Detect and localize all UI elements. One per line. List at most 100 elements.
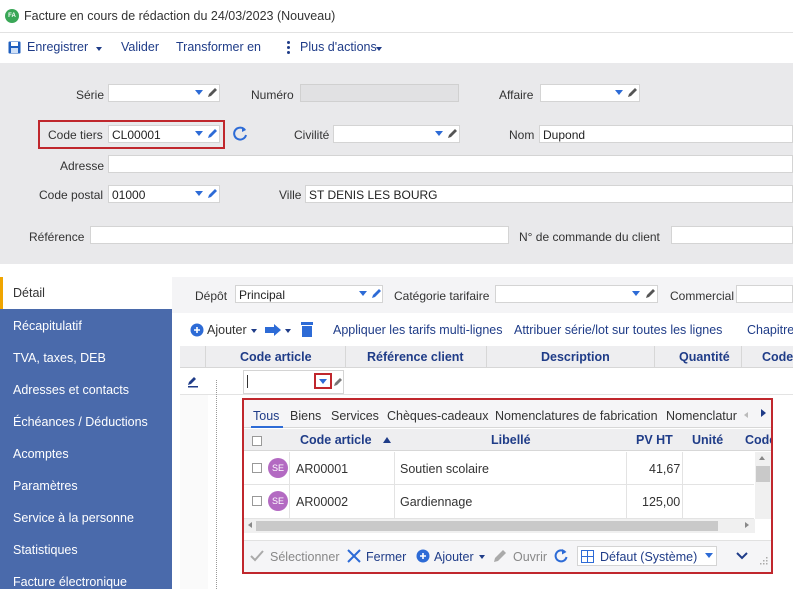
sidebar-item-parametres[interactable]: Paramètres (0, 470, 172, 502)
grid-divider (345, 346, 346, 368)
col-popup-code-article[interactable]: Code article (300, 433, 372, 447)
transform-button[interactable]: Transformer en (176, 40, 261, 54)
tabs-scroll-left-icon[interactable] (744, 412, 748, 418)
col-code-article[interactable]: Code article (240, 350, 312, 364)
select-all-checkbox[interactable] (252, 436, 262, 446)
add-dropdown-icon[interactable] (479, 555, 485, 559)
resize-grip-icon[interactable] (759, 556, 768, 565)
reference-field[interactable] (90, 226, 509, 244)
sidebar-item-tva[interactable]: TVA, taxes, DEB (0, 342, 172, 374)
row-pvht: 125,00 (642, 495, 681, 509)
open-button[interactable]: Ouvrir (513, 550, 547, 564)
col-reference-client[interactable]: Référence client (367, 350, 464, 364)
code-article-dropdown-icon[interactable] (319, 379, 327, 384)
tab-biens[interactable]: Biens (290, 409, 321, 423)
add-dropdown-icon[interactable] (251, 329, 257, 333)
refresh-icon[interactable] (553, 548, 569, 564)
insert-dropdown-icon[interactable] (285, 329, 291, 333)
validate-button[interactable]: Valider (121, 40, 159, 54)
sidebar-item-service[interactable]: Service à la personne (0, 502, 172, 534)
refresh-icon[interactable] (231, 125, 249, 143)
ville-field[interactable]: ST DENIS LES BOURG (305, 185, 793, 203)
tab-tous[interactable]: Tous (253, 409, 279, 423)
code-tiers-edit-icon[interactable] (207, 128, 218, 139)
depot-edit-icon[interactable] (371, 288, 382, 299)
col-code[interactable]: Code (762, 350, 793, 364)
attribuer-lot-button[interactable]: Attribuer série/lot sur toutes les ligne… (514, 323, 722, 337)
sort-ascending-icon[interactable] (383, 437, 391, 443)
insert-arrow-icon[interactable] (264, 323, 282, 337)
col-popup-code[interactable]: Code (745, 433, 771, 447)
save-dropdown-icon[interactable] (96, 47, 102, 51)
col-description[interactable]: Description (541, 350, 610, 364)
row-code: AR00002 (296, 495, 349, 509)
code-postal-field[interactable]: 01000 (108, 185, 220, 203)
add-article-button[interactable]: Ajouter (434, 550, 474, 564)
row-checkbox[interactable] (252, 463, 262, 473)
apply-tarifs-button[interactable]: Appliquer les tarifs multi-lignes (333, 323, 503, 337)
sidebar-item-facture-electronique[interactable]: Facture électronique (0, 566, 172, 598)
civilite-dropdown-icon[interactable] (435, 131, 443, 136)
tab-nomenclatures[interactable]: Nomenclatur (666, 409, 739, 423)
tab-services[interactable]: Services (331, 409, 379, 423)
row-checkbox[interactable] (252, 496, 262, 506)
civilite-label: Civilité (294, 128, 330, 142)
row-gutter (180, 395, 208, 589)
sidebar-item-echeances[interactable]: Échéances / Déductions (0, 406, 172, 438)
sidebar: Détail Récapitulatif TVA, taxes, DEB Adr… (0, 277, 172, 589)
civilite-edit-icon[interactable] (447, 128, 458, 139)
code-tiers-dropdown-icon[interactable] (195, 131, 203, 136)
scroll-left-icon[interactable] (248, 522, 252, 528)
serie-dropdown-icon[interactable] (195, 90, 203, 95)
select-button[interactable]: Sélectionner (270, 550, 340, 564)
col-quantite[interactable]: Quantité (679, 350, 730, 364)
code-postal-edit-icon[interactable] (207, 188, 218, 199)
tabs-scroll-right-icon[interactable] (761, 409, 766, 417)
code-tiers-field[interactable]: CL00001 (108, 125, 220, 143)
tab-cheques-cadeaux[interactable]: Chèques-cadeaux (387, 409, 488, 423)
scroll-up-icon[interactable] (759, 456, 765, 460)
col-divider (289, 452, 290, 519)
commercial-field[interactable] (736, 285, 793, 303)
sidebar-item-adresses[interactable]: Adresses et contacts (0, 374, 172, 406)
more-icon (287, 41, 290, 55)
save-button[interactable]: Enregistrer (27, 40, 88, 54)
nom-field[interactable]: Dupond (539, 125, 793, 143)
open-pencil-icon (494, 550, 506, 562)
close-button[interactable]: Fermer (366, 550, 406, 564)
affaire-edit-icon[interactable] (627, 87, 638, 98)
code-postal-dropdown-icon[interactable] (195, 191, 203, 196)
col-popup-pvht[interactable]: PV HT (636, 433, 673, 447)
affaire-dropdown-icon[interactable] (615, 90, 623, 95)
sidebar-item-acomptes[interactable]: Acomptes (0, 438, 172, 470)
affaire-field[interactable] (540, 84, 640, 102)
scroll-thumb[interactable] (756, 466, 770, 482)
adresse-label: Adresse (60, 159, 105, 173)
col-popup-unite[interactable]: Unité (692, 433, 723, 447)
delete-icon[interactable] (300, 321, 314, 338)
adresse-field[interactable] (108, 155, 793, 173)
view-select-value: Défaut (Système) (600, 550, 698, 564)
horizontal-scroll-thumb[interactable] (256, 521, 718, 531)
col-popup-libelle[interactable]: Libellé (491, 433, 531, 447)
vertical-scrollbar[interactable] (755, 452, 771, 519)
commande-field[interactable] (671, 226, 793, 244)
depot-dropdown-icon[interactable] (359, 291, 367, 296)
code-article-edit-icon[interactable] (333, 377, 343, 387)
categorie-dropdown-icon[interactable] (632, 291, 640, 296)
serie-field[interactable] (108, 84, 220, 102)
sidebar-item-recapitulatif[interactable]: Récapitulatif (0, 310, 172, 342)
chapitre-button[interactable]: Chapitre (747, 323, 793, 337)
add-line-button[interactable]: Ajouter (207, 323, 247, 337)
grid-divider (654, 346, 655, 368)
sidebar-item-statistiques[interactable]: Statistiques (0, 534, 172, 566)
chevron-down-icon[interactable] (736, 552, 748, 560)
tab-nomenclatures-fabrication[interactable]: Nomenclatures de fabrication (495, 409, 658, 423)
more-actions-button[interactable]: Plus d'actions (300, 40, 377, 54)
view-dropdown-icon[interactable] (705, 553, 713, 558)
serie-edit-icon[interactable] (207, 87, 218, 98)
scroll-right-icon[interactable] (745, 522, 749, 528)
sidebar-item-detail[interactable]: Détail (0, 277, 172, 309)
commande-label: N° de commande du client (519, 230, 660, 244)
categorie-edit-icon[interactable] (645, 288, 656, 299)
